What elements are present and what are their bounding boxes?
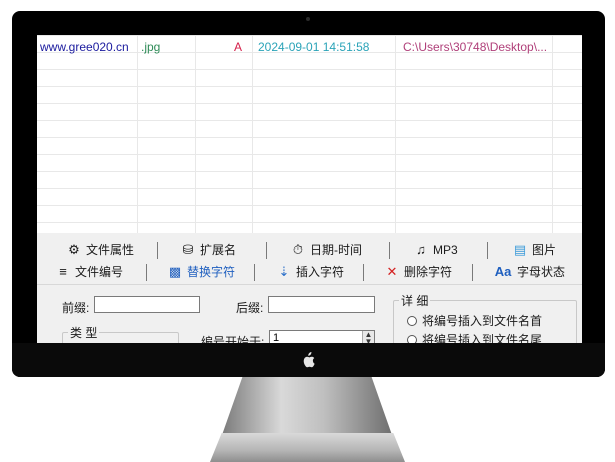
suffix-input[interactable]	[268, 296, 375, 313]
suffix-label: 后缀:	[236, 301, 264, 315]
table-row[interactable]: www.gree020.cn .jpg A 2024-09-01 14:51:5…	[37, 39, 582, 55]
cell-extension: .jpg	[141, 40, 161, 54]
tab-separator	[472, 264, 473, 281]
tab-letter-case[interactable]: Aa 字母状态	[494, 261, 565, 283]
tab-label: MP3	[433, 243, 458, 257]
column-divider	[195, 35, 196, 233]
tab-label: 字母状态	[517, 265, 566, 279]
tab-separator	[254, 264, 255, 281]
tab-image[interactable]: ▤ 图片	[513, 239, 556, 261]
tab-label: 日期-时间	[310, 243, 362, 257]
cell-datetime: 2024-09-01 14:51:58	[258, 40, 370, 54]
column-divider	[137, 35, 138, 233]
cell-filename: www.gree020.cn	[40, 40, 129, 54]
cell-attribute: A	[234, 40, 243, 54]
monitor-stand-base	[210, 433, 405, 462]
start-number-label: 编号开始于:	[201, 335, 265, 343]
gear-icon: ⚙	[68, 242, 80, 257]
replace-icon: ▩	[168, 264, 182, 279]
detail-group-title: 详 细	[399, 292, 431, 309]
insert-icon: ⇣	[278, 264, 290, 279]
apple-logo-icon	[303, 352, 315, 368]
cell-path: C:\Users\30748\Desktop\...	[403, 40, 548, 54]
spinner-arrows[interactable]: ▲ ▼	[362, 331, 374, 343]
tab-separator	[266, 242, 267, 259]
tab-separator	[363, 264, 364, 281]
tab-label: 图片	[532, 243, 557, 257]
app-screen: www.gree020.cn .jpg A 2024-09-01 14:51:5…	[37, 35, 582, 343]
tab-separator	[389, 242, 390, 259]
letter-case-icon: Aa	[494, 264, 512, 279]
tab-label: 扩展名	[200, 243, 237, 257]
radio-label: 将编号插入到文件名首	[422, 314, 543, 328]
radio-insert-at-end[interactable]: 将编号插入到文件名尾	[407, 331, 542, 343]
tab-separator	[157, 242, 158, 259]
tab-separator	[146, 264, 147, 281]
numbered-list-icon: ≡	[59, 264, 67, 279]
tab-row-1: ⚙ 文件属性 ⛁ 扩展名 ⏱ 日期-时间 ♫ MP3 ▤ 图片	[37, 239, 582, 263]
radio-button	[407, 334, 417, 343]
music-file-icon: ♫	[416, 242, 426, 257]
column-divider	[252, 35, 253, 233]
radio-label: 将编号插入到文件名尾	[422, 333, 543, 343]
file-list[interactable]: www.gree020.cn .jpg A 2024-09-01 14:51:5…	[37, 35, 582, 233]
column-divider	[395, 35, 396, 233]
tab-row-2: ≡ 文件编号 ▩ 替换字符 ⇣ 插入字符 ✕ 删除字符 Aa 字母状态	[37, 261, 582, 285]
start-number-value: 1	[273, 332, 280, 343]
start-number-input[interactable]: 1 ▲ ▼	[269, 330, 375, 343]
options-panel: ⚙ 文件属性 ⛁ 扩展名 ⏱ 日期-时间 ♫ MP3 ▤ 图片 ≡ 文件编号 ▩…	[37, 233, 582, 343]
delete-icon: ✕	[386, 264, 398, 279]
prefix-input[interactable]	[94, 296, 200, 313]
tab-label: 插入字符	[296, 265, 345, 279]
tab-separator	[487, 242, 488, 259]
camera-dot	[306, 17, 310, 21]
tab-label: 删除字符	[404, 265, 453, 279]
radio-insert-at-start[interactable]: 将编号插入到文件名首	[407, 312, 542, 329]
type-group-title: 类 型	[68, 324, 100, 341]
tab-label: 替换字符	[187, 265, 236, 279]
prefix-label: 前缀:	[62, 301, 90, 315]
tab-file-numbering[interactable]: ≡ 文件编号	[56, 261, 123, 283]
tab-insert-chars[interactable]: ⇣ 插入字符	[277, 261, 344, 283]
tab-label: 文件编号	[75, 265, 124, 279]
tab-date-time[interactable]: ⏱ 日期-时间	[291, 239, 362, 261]
tab-extension[interactable]: ⛁ 扩展名	[181, 239, 236, 261]
image-icon: ▤	[513, 242, 527, 257]
numbering-form: 前缀: 后缀: 类 型 编号开始于: 1 ▲ ▼ 详 细 将编号插入到文件名首 将…	[37, 284, 582, 343]
extension-icon: ⛁	[182, 242, 194, 257]
tab-label: 文件属性	[86, 243, 135, 257]
tab-replace-chars[interactable]: ▩ 替换字符	[168, 261, 235, 283]
tab-mp3[interactable]: ♫ MP3	[414, 239, 458, 261]
monitor-stand-neck	[222, 377, 392, 435]
column-divider	[552, 35, 553, 233]
clock-icon: ⏱	[292, 242, 304, 257]
tab-file-attributes[interactable]: ⚙ 文件属性	[67, 239, 134, 261]
tab-delete-chars[interactable]: ✕ 删除字符	[385, 261, 452, 283]
radio-button	[407, 315, 417, 326]
